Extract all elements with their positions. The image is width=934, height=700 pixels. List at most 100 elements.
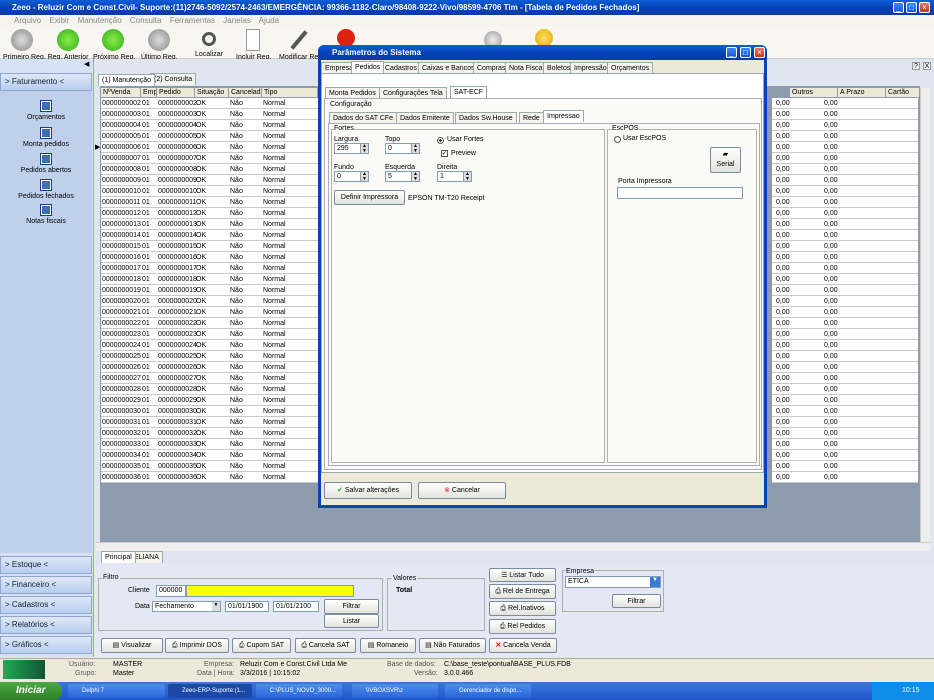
cancela-venda-button[interactable]: ✕ Cancela Venda <box>489 638 557 653</box>
close-child-icon[interactable]: X <box>923 62 931 70</box>
table-row[interactable]: ▶ 0000000006 01 0000000006 OK Não Normal <box>95 142 319 153</box>
listar-button[interactable]: Listar <box>324 614 379 628</box>
minimize-button[interactable]: _ <box>893 2 904 13</box>
fundo-spinner[interactable]: ▲ ▼ <box>360 172 368 181</box>
sidebar-item-pedidos-abertos[interactable]: Pedidos abertos <box>0 153 92 174</box>
table-row[interactable]: 0000000004 01 0000000004 OK Não Normal <box>101 120 319 131</box>
romaneio-button[interactable]: ▤ Romaneio <box>360 638 416 653</box>
table-row[interactable]: 0000000002 01 0000000002 OK Não Normal <box>101 98 319 109</box>
search-button[interactable]: Localizar <box>195 29 223 58</box>
table-row[interactable]: 0,00 0,00 <box>772 252 918 263</box>
table-row[interactable]: 0,00 0,00 <box>772 351 918 362</box>
table-row[interactable]: 0,00 0,00 <box>772 164 918 175</box>
rel-entrega-button[interactable]: ⎙ Rel de Entrega <box>489 584 556 599</box>
help-badge[interactable]: ? <box>912 62 920 70</box>
table-row[interactable]: 0000000031 01 0000000031 OK Não Normal <box>101 417 319 428</box>
add-record-button[interactable]: Incluir Reg. <box>236 29 271 61</box>
dialog-minimize-button[interactable]: _ <box>726 47 737 58</box>
esquerda-spinner[interactable]: ▲ ▼ <box>411 172 419 181</box>
table-row[interactable]: 0,00 0,00 <box>772 175 918 186</box>
table-row[interactable]: 0,00 0,00 <box>772 274 918 285</box>
table-row[interactable]: 0000000018 01 0000000018 OK Não Normal <box>101 274 319 285</box>
table-row[interactable]: 0000000026 01 0000000026 OK Não Normal <box>101 362 319 373</box>
table-row[interactable]: 0,00 0,00 <box>772 373 918 384</box>
col-a-prazo[interactable]: A Prazo <box>838 88 886 97</box>
menu-ajuda[interactable]: Ajuda <box>259 16 279 25</box>
empresa-filtrar-button[interactable]: Filtrar <box>612 594 661 608</box>
cfgtab-impressao[interactable]: Impressao <box>543 110 584 122</box>
cancelar-button[interactable]: ⊗ Cancelar <box>418 482 506 499</box>
visualizar-button[interactable]: ▤ Visualizar <box>101 638 163 653</box>
table-row[interactable]: 0,00 0,00 <box>772 186 918 197</box>
sheet-tab-principal[interactable]: Principal <box>101 551 136 563</box>
usar-fortes-radio[interactable] <box>437 137 444 144</box>
table-row[interactable]: 0,00 0,00 <box>772 109 918 120</box>
usar-escpos-radio[interactable] <box>614 136 621 143</box>
table-row[interactable]: 0,00 0,00 <box>772 340 918 351</box>
taskbar-item-zeeo[interactable]: Zeeo-ERP-Suporte:(1... <box>168 684 252 698</box>
dtab-pedidos[interactable]: Pedidos <box>351 61 385 73</box>
table-row[interactable]: 0000000023 01 0000000023 OK Não Normal <box>101 329 319 340</box>
fundo-input[interactable]: 0 ▲ ▼ <box>334 171 369 182</box>
sidebar-header-faturamento[interactable]: > Faturamento < <box>0 73 92 91</box>
table-row[interactable]: 0,00 0,00 <box>772 208 918 219</box>
table-row[interactable]: 0,00 0,00 <box>772 384 918 395</box>
table-row[interactable]: 0000000003 01 0000000003 OK Não Normal <box>101 109 319 120</box>
chevron-down-icon[interactable]: ▼ <box>650 577 660 587</box>
taskbar-item-vboxsvr[interactable]: \\VBOXSVR\z <box>352 684 438 698</box>
table-row[interactable]: 0000000024 01 0000000024 OK Não Normal <box>101 340 319 351</box>
menu-manutencao[interactable]: Manutenção <box>78 16 122 25</box>
table-row[interactable]: 0000000016 01 0000000016 OK Não Normal <box>101 252 319 263</box>
col-outros[interactable]: Outros <box>790 88 838 97</box>
direita-input[interactable]: 1 ▲ ▼ <box>437 171 472 182</box>
serial-button[interactable]: ▰ Serial <box>710 147 741 173</box>
table-row[interactable]: 0000000025 01 0000000025 OK Não Normal <box>101 351 319 362</box>
table-row[interactable]: 0000000012 01 0000000012 OK Não Normal <box>101 208 319 219</box>
table-row[interactable]: 0000000036 01 0000000036 OK Não Normal <box>101 472 319 483</box>
table-row[interactable]: 0,00 0,00 <box>772 98 918 109</box>
topo-input[interactable]: 0 ▲ ▼ <box>385 143 420 154</box>
table-row[interactable]: 0,00 0,00 <box>772 450 918 461</box>
rel-pedidos-button[interactable]: ⎙ Rel Pedidos <box>489 619 556 634</box>
table-row[interactable]: 0,00 0,00 <box>772 263 918 274</box>
table-row[interactable]: 0,00 0,00 <box>772 362 918 373</box>
filtrar-button[interactable]: Filtrar <box>324 599 379 614</box>
sidebar-header-relatorios[interactable]: > Relatórios < <box>0 616 92 634</box>
table-row[interactable]: 0000000011 01 0000000011 OK Não Normal <box>101 197 319 208</box>
col-nvenda[interactable]: NºVenda <box>101 88 141 97</box>
horizontal-scrollbar[interactable] <box>96 542 931 551</box>
first-record-button[interactable]: Primeiro Reg. <box>3 29 46 61</box>
table-row[interactable]: 0,00 0,00 <box>772 428 918 439</box>
cliente-name-input[interactable] <box>186 585 354 597</box>
table-row[interactable]: 0000000021 01 0000000021 OK Não Normal <box>101 307 319 318</box>
table-row[interactable]: 0000000014 01 0000000014 OK Não Normal <box>101 230 319 241</box>
table-row[interactable]: 0,00 0,00 <box>772 307 918 318</box>
table-row[interactable]: 0,00 0,00 <box>772 461 918 472</box>
edit-record-button[interactable]: Modificar Reg <box>279 29 322 61</box>
tab-manutencao[interactable]: (1) Manutenção <box>98 74 156 86</box>
table-row[interactable]: 0000000027 01 0000000027 OK Não Normal <box>101 373 319 384</box>
table-row[interactable]: 0000000015 01 0000000015 OK Não Normal <box>101 241 319 252</box>
table-row[interactable]: 0000000008 01 0000000008 OK Não Normal <box>101 164 319 175</box>
table-row[interactable]: 0000000022 01 0000000022 OK Não Normal <box>101 318 319 329</box>
table-row[interactable]: 0,00 0,00 <box>772 395 918 406</box>
prev-record-button[interactable]: Reg. Anterior <box>47 29 89 61</box>
table-row[interactable]: 0,00 0,00 <box>772 296 918 307</box>
menu-janelas[interactable]: Janelas <box>223 16 251 25</box>
date-to-input[interactable]: 01/01/2100 <box>273 601 319 612</box>
menu-consulta[interactable]: Consulta <box>130 16 162 25</box>
col-cancelada[interactable]: Cancelada <box>229 88 262 97</box>
table-row[interactable]: 0,00 0,00 <box>772 142 918 153</box>
table-row[interactable]: 0000000005 01 0000000005 OK Não Normal <box>101 131 319 142</box>
table-row[interactable]: 0000000030 01 0000000030 OK Não Normal <box>101 406 319 417</box>
table-row[interactable]: 0,00 0,00 <box>772 219 918 230</box>
last-record-button[interactable]: Último Reg. <box>141 29 178 61</box>
menu-arquivo[interactable]: Arquivo <box>14 16 41 25</box>
table-row[interactable]: 0000000019 01 0000000019 OK Não Normal <box>101 285 319 296</box>
table-row[interactable]: 0000000028 01 0000000028 OK Não Normal <box>101 384 319 395</box>
table-row[interactable]: 0,00 0,00 <box>772 197 918 208</box>
sidebar-item-notas-fiscais[interactable]: Notas fiscais <box>0 204 92 225</box>
table-row[interactable]: 0000000010 01 0000000010 OK Não Normal <box>101 186 319 197</box>
table-row[interactable]: 0,00 0,00 <box>772 120 918 131</box>
table-row[interactable]: 0000000032 01 0000000032 OK Não Normal <box>101 428 319 439</box>
